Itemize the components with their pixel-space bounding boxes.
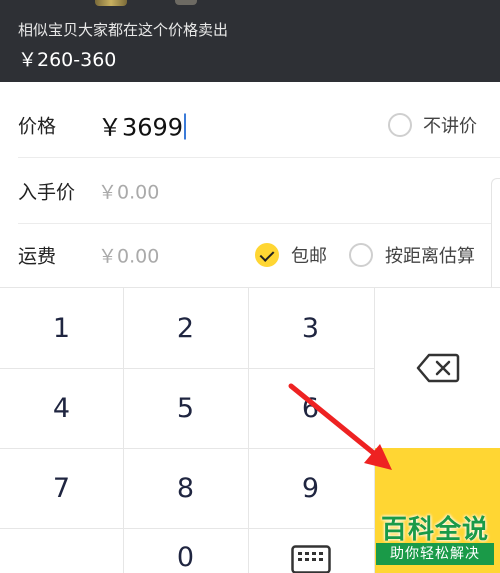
similar-price-range: ￥260-360 (18, 49, 117, 71)
key-2[interactable]: 2 (124, 288, 247, 368)
shipping-row[interactable]: 运费 ￥0.00 包邮 按距离估算 (0, 222, 500, 288)
purchase-price-input[interactable]: ￥0.00 (98, 178, 159, 205)
key-3[interactable]: 3 (249, 288, 372, 368)
free-shipping-label: 包邮 (291, 246, 327, 267)
key-6[interactable]: 6 (249, 368, 372, 448)
product-thumbnail-edge (95, 0, 127, 6)
price-input[interactable]: ￥3699 (98, 108, 187, 143)
watermark-subtitle: 助你轻松解决 (376, 543, 494, 565)
key-8[interactable]: 8 (124, 448, 247, 528)
keyboard-icon (290, 545, 331, 573)
price-hint-banner: 相似宝贝大家都在这个价格卖出 ￥260-360 (0, 0, 500, 82)
backspace-key[interactable] (375, 288, 500, 448)
similar-price-hint: 相似宝贝大家都在这个价格卖出 (18, 21, 229, 39)
watermark-title: 百科全说 (380, 515, 489, 545)
no-bargain-label: 不讲价 (423, 116, 477, 137)
key-5[interactable]: 5 (124, 368, 247, 448)
shipping-label: 运费 (18, 245, 57, 268)
key-7[interactable]: 7 (0, 448, 123, 528)
purchase-price-row[interactable]: 入手价 ￥0.00 (0, 158, 500, 224)
shipping-input[interactable]: ￥0.00 (98, 242, 159, 269)
hide-keyboard-key[interactable] (249, 529, 372, 573)
key-9[interactable]: 9 (249, 448, 372, 528)
backspace-icon (416, 353, 459, 383)
purchase-price-label: 入手价 (18, 181, 76, 204)
product-thumbnail-edge-2 (175, 0, 197, 5)
watermark-logo: 百科全说 助你轻松解决 (376, 509, 494, 569)
distance-shipping-radio[interactable] (349, 243, 373, 267)
key-4[interactable]: 4 (0, 368, 123, 448)
key-1[interactable]: 1 (0, 288, 123, 368)
price-label: 价格 (18, 115, 57, 138)
distance-shipping-label: 按距离估算 (385, 246, 475, 267)
no-bargain-radio[interactable] (388, 113, 412, 137)
key-0[interactable]: 0 (124, 529, 247, 573)
price-row[interactable]: 价格 ￥3699 不讲价 (0, 92, 500, 158)
text-caret (184, 113, 187, 140)
free-shipping-radio[interactable] (255, 243, 279, 267)
